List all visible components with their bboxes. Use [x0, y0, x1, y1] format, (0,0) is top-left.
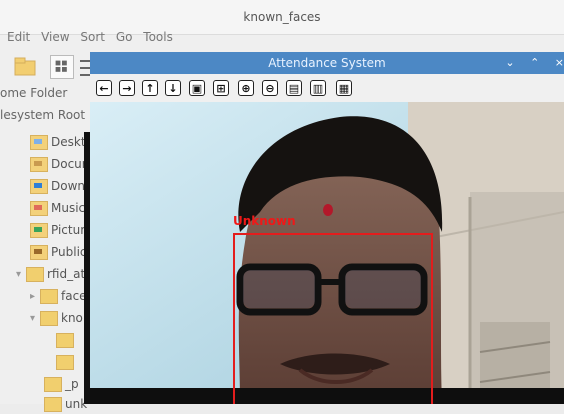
new-folder-icon[interactable] [14, 56, 36, 76]
places-list: ome Folder lesystem Root [0, 82, 90, 126]
tree-item-documents[interactable]: Docur [30, 154, 87, 174]
image-toolbar: ← → ↑ ↓ ▣ ⊞ ⊕ ⊖ ▤ ▥ ▦ [90, 74, 564, 103]
tree-item-unknown[interactable]: unk [44, 394, 87, 414]
tree-item-downloads[interactable]: Down [30, 176, 85, 196]
tree-item-public[interactable]: Public [30, 242, 87, 262]
zoom-in-icon[interactable]: ⊕ [238, 80, 254, 96]
back-arrow-icon[interactable]: ← [96, 80, 112, 96]
music-folder-icon [30, 201, 48, 216]
icon-view-icon[interactable] [50, 55, 74, 79]
folder-icon [40, 289, 58, 304]
tree-item-face[interactable]: ▸ face [30, 286, 87, 306]
face-bounding-box [233, 233, 433, 404]
menu-view[interactable]: View [41, 30, 69, 44]
clipboard-icon[interactable]: ▥ [310, 80, 326, 96]
tree-item-rfid[interactable]: ▾ rfid_at [16, 264, 85, 284]
pictures-folder-icon [30, 223, 48, 238]
tree-item-desktop[interactable]: Deskt [30, 132, 86, 152]
expand-right-icon[interactable]: ▸ [30, 287, 40, 307]
place-filesystem-root[interactable]: lesystem Root [0, 104, 90, 126]
forward-arrow-icon[interactable]: → [119, 80, 135, 96]
file-manager-toolbar [0, 50, 90, 86]
desktop-folder-icon [30, 135, 48, 150]
menu-tools[interactable]: Tools [143, 30, 173, 44]
tree-item-pictures[interactable]: Pictur [30, 220, 85, 240]
minimize-icon[interactable]: ⌄ [505, 52, 514, 74]
menu-edit[interactable]: Edit [7, 30, 30, 44]
place-home-folder[interactable]: ome Folder [0, 82, 90, 104]
public-folder-icon [30, 245, 48, 260]
down-arrow-icon[interactable]: ↓ [165, 80, 181, 96]
window-controls: ⌄ ⌃ × [493, 52, 564, 74]
downloads-folder-icon [30, 179, 48, 194]
file-manager-menubar: Edit View Sort Go Tools [0, 30, 564, 52]
close-icon[interactable]: × [555, 52, 564, 74]
folder-icon [56, 355, 74, 370]
window-title: Attendance System [268, 56, 386, 70]
folder-icon [56, 333, 74, 348]
save-to-icon[interactable]: ▤ [286, 80, 302, 96]
tree-item-subfolder-1[interactable] [56, 330, 77, 350]
maximize-icon[interactable]: ⌃ [530, 52, 539, 74]
tree-item-music[interactable]: Music [30, 198, 85, 218]
folder-icon [44, 397, 62, 412]
list-view-icon[interactable] [80, 60, 90, 76]
tree-item-subfolder-2[interactable] [56, 352, 77, 372]
camera-feed: Unknown [90, 102, 564, 404]
menu-go[interactable]: Go [116, 30, 133, 44]
menu-sort[interactable]: Sort [80, 30, 105, 44]
zoom-out-icon[interactable]: ⊖ [262, 80, 278, 96]
face-name-label: Unknown [233, 214, 296, 228]
attendance-window: Attendance System ⌄ ⌃ × ← → ↑ ↓ ▣ ⊞ ⊕ ⊖ … [90, 52, 564, 404]
folder-icon [40, 311, 58, 326]
up-arrow-icon[interactable]: ↑ [142, 80, 158, 96]
image-icon[interactable]: ▣ [189, 80, 205, 96]
expand-down-icon[interactable]: ▾ [30, 309, 40, 329]
image-edit-icon[interactable]: ⊞ [213, 80, 229, 96]
tree-item-known[interactable]: ▾ kno [30, 308, 83, 328]
expand-down-icon[interactable]: ▾ [16, 265, 26, 285]
folder-icon [26, 267, 44, 282]
save-icon[interactable]: ▦ [336, 80, 352, 96]
tree-item-pycache[interactable]: _p [44, 374, 79, 394]
folder-icon [44, 377, 62, 392]
documents-folder-icon [30, 157, 48, 172]
